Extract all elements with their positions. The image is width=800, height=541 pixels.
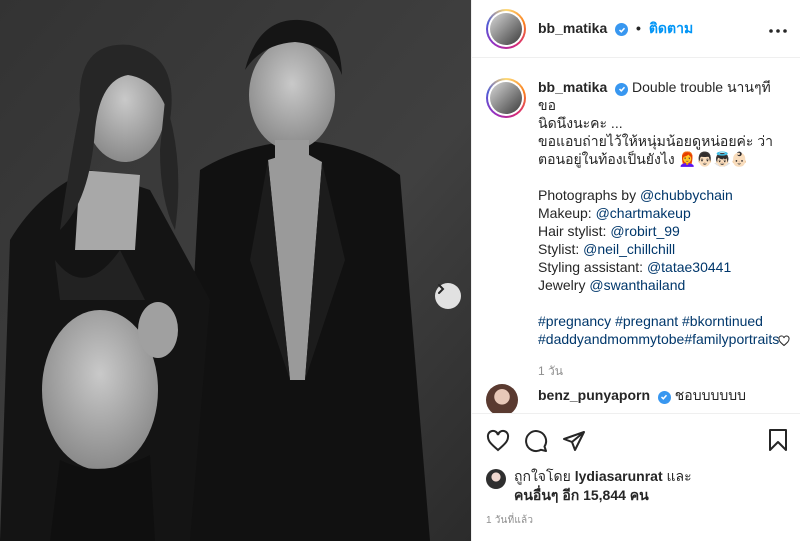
comment-body: ชอบบบบบบ [674,387,747,403]
post-timestamp[interactable]: 1 วันที่แล้ว [486,513,533,528]
hashtag-line: #daddyandmommytobe#familyportraits [538,330,786,348]
likes-others-count[interactable]: คนอื่นๆ อีก 15,844 คน [514,487,649,503]
action-bar [472,413,800,467]
hashtag-line: #pregnancy #pregnant #bkorntinued [538,312,786,330]
header-separator: • [636,19,641,36]
credit-handle[interactable]: @robirt_99 [610,223,679,239]
post-side-panel: bb_matika • ติดตาม bb_matika Double trou… [471,0,800,541]
liker-username[interactable]: lydiasarunrat [575,468,663,484]
hashtag-link[interactable]: #pregnant [615,313,678,329]
credit-line: Makeup: @chartmakeup [538,204,786,222]
caption-avatar[interactable] [486,78,526,118]
verified-icon [615,82,629,96]
credit-label: Hair stylist: [538,223,607,239]
comments-area[interactable]: bb_matika Double trouble นานๆทีขอ นิดนึง… [472,58,800,413]
more-icon[interactable] [769,20,787,36]
hashtag-link[interactable]: #bkorntinued [682,313,763,329]
caption-time-ago[interactable]: 1 วัน [538,362,786,380]
caption-gap [538,294,786,312]
credit-handle[interactable]: @chartmakeup [596,205,691,221]
credit-line: Photographs by @chubbychain [538,186,786,204]
caption-text-line: ตอนอยู่ในท้องเป็นยังไง 👩‍🦰👨🏻👼🏻👶🏻 [538,151,749,167]
hashtag-link[interactable]: #pregnancy [538,313,611,329]
verified-icon [657,390,671,404]
credit-line: Styling assistant: @tatae30441 [538,258,786,276]
avatar-inner [488,80,524,116]
hashtag-link[interactable]: #daddyandmommytobe [538,331,684,347]
likes-summary: ถูกใจโดย lydiasarunrat และ คนอื่นๆ อีก 1… [486,467,786,505]
chevron-right-icon [438,284,445,294]
credit-label: Makeup: [538,205,592,221]
caption-username[interactable]: bb_matika [538,79,607,95]
likes-prefix: ถูกใจโดย [514,468,571,484]
avatar-image [490,12,522,45]
verified-icon [615,23,629,36]
heart-icon[interactable] [486,429,510,453]
credit-label: Stylist: [538,241,580,257]
follow-button[interactable]: ติดตาม [649,20,693,36]
credit-handle[interactable]: @swanthailand [589,277,685,293]
credit-label: Photographs by [538,187,637,203]
comment-icon[interactable] [524,429,548,453]
comment-username[interactable]: benz_punyaporn [538,387,650,403]
caption-text-line: นิดนึงนะคะ ... [538,115,623,131]
comment-item: benz_punyaporn ชอบบบบบบ [486,384,786,413]
credit-line: Hair stylist: @robirt_99 [538,222,786,240]
credit-label: Styling assistant: [538,259,644,275]
caption-text-line: ขอแอบถ่ายไว้ให้หนุ่มน้อยดูหน่อยค่ะ ว่า [538,133,774,149]
caption-first-line: bb_matika Double trouble นานๆทีขอ [538,78,786,114]
instagram-post: bb_matika • ติดตาม bb_matika Double trou… [0,0,800,541]
share-icon[interactable] [562,429,586,453]
post-header: bb_matika • ติดตาม [472,0,800,58]
likes-and: และ [666,468,692,484]
credit-handle[interactable]: @neil_chillchill [583,241,675,257]
header-user-block: bb_matika • ติดตาม [538,18,693,40]
credit-label: Jewelry [538,277,586,293]
comment-avatar[interactable] [486,384,518,413]
caption-gap [538,168,786,186]
credit-handle[interactable]: @chubbychain [640,187,733,203]
bookmark-icon[interactable] [767,428,789,455]
credit-line: Jewelry @swanthailand [538,276,786,294]
header-username[interactable]: bb_matika [538,20,607,36]
header-avatar[interactable] [486,8,526,49]
likes-text: ถูกใจโดย lydiasarunrat และ คนอื่นๆ อีก 1… [514,467,692,505]
post-photo[interactable] [0,0,471,541]
avatar-inner [488,10,524,47]
liker-avatar[interactable] [486,469,506,489]
credit-handle[interactable]: @tatae30441 [647,259,731,275]
hashtag-link[interactable]: #familyportraits [684,331,779,347]
caption: bb_matika Double trouble นานๆทีขอ นิดนึง… [486,78,786,380]
comment-like-heart-icon[interactable] [778,334,790,350]
post-image [0,0,471,541]
avatar-image [490,82,522,114]
credit-line: Stylist: @neil_chillchill [538,240,786,258]
next-photo-button[interactable] [435,283,461,309]
comment-text: benz_punyaporn ชอบบบบบบ [538,386,746,404]
caption-body: bb_matika Double trouble นานๆทีขอ นิดนึง… [538,78,786,380]
